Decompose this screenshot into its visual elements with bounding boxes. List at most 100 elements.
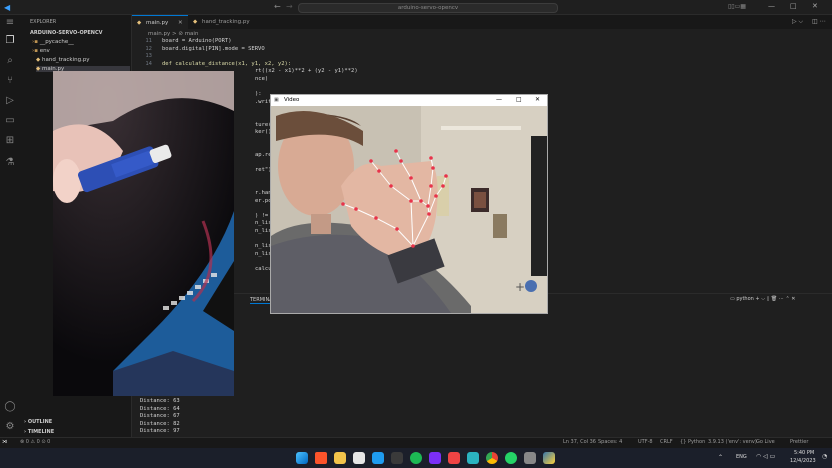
terminal-line: Distance: 97: [140, 428, 180, 434]
line-text: board.digital[PIN].mode = SERVO: [162, 45, 265, 52]
back-arrow-icon[interactable]: ←: [274, 2, 281, 11]
code-line[interactable]: 11 board = Arduino(PORT): [132, 38, 232, 44]
app-icon-red[interactable]: [448, 452, 460, 464]
outline-section[interactable]: › OUTLINE: [24, 419, 52, 425]
language-indicator[interactable]: ENG: [736, 454, 747, 460]
status-item[interactable]: Ln 37, Col 36: [563, 439, 596, 445]
status-item[interactable]: Prettier: [790, 439, 808, 445]
wifi-icon[interactable]: ◠ ◁ ▭: [756, 453, 775, 460]
source-control-icon[interactable]: ⑂: [4, 75, 16, 87]
code-line[interactable]: 12 board.digital[PIN].mode = SERVO: [132, 45, 265, 52]
camera-window-arduino[interactable]: [53, 71, 234, 396]
clock-date[interactable]: 12/4/2023: [790, 458, 816, 464]
status-item[interactable]: 3.9.13 ('env': venv): [708, 439, 757, 445]
testing-icon[interactable]: ⚗: [4, 157, 16, 169]
tab-label: hand_tracking.py: [202, 19, 250, 25]
line-text: def calculate_distance(x1, y1, x2, y2):: [162, 60, 292, 67]
tab-hand-tracking-py[interactable]: ◆ hand_tracking.py: [188, 15, 272, 29]
file-explorer-icon[interactable]: [334, 452, 346, 464]
brave-icon[interactable]: [315, 452, 327, 464]
remote-icon[interactable]: ⋊: [2, 439, 7, 445]
arduino-servo-photo: [53, 71, 234, 396]
remote-explorer-icon[interactable]: ▭: [4, 115, 16, 127]
search-label: arduino-servo-opencv: [397, 5, 459, 11]
code-line[interactable]: 13: [132, 53, 162, 59]
editor-tabs: ◆ main.py ✕ ◆ hand_tracking.py ▷ ⌵ ◫ ⋯: [132, 15, 832, 29]
timeline-section[interactable]: › TIMELINE: [24, 429, 54, 435]
tray-chevron-icon[interactable]: ⌃: [718, 454, 723, 461]
account-icon[interactable]: ◯: [4, 401, 16, 413]
line-number: 11: [145, 38, 152, 44]
python-icon[interactable]: [543, 452, 555, 464]
problems-indicator[interactable]: ⊗ 0 ⚠ 0 ⊙ 0: [20, 439, 50, 445]
app-icon-teal[interactable]: [467, 452, 479, 464]
folder-icon: ›▪: [32, 39, 38, 45]
minimize-button[interactable]: —: [768, 2, 775, 10]
explorer-icon[interactable]: ❐: [4, 35, 16, 47]
hand-landmark: [431, 166, 435, 170]
settings-gear-icon[interactable]: ⚙: [4, 421, 16, 433]
line-text: board = Arduino(PORT): [162, 38, 232, 44]
hand-landmark: [434, 194, 438, 198]
status-item[interactable]: UTF-8: [638, 439, 653, 445]
terminal-line: Distance: 67: [140, 413, 180, 419]
tab-main-py[interactable]: ◆ main.py ✕: [132, 15, 188, 29]
hand-landmark: [426, 204, 430, 208]
maximize-button[interactable]: □: [790, 2, 797, 10]
clock-time[interactable]: 5:40 PM: [794, 450, 814, 456]
spotify-icon[interactable]: [410, 452, 422, 464]
terminal-profile[interactable]: ▭ python + ⌵ ▯ 🗑 ⋯ ⌃ ✕: [730, 296, 795, 302]
hand-landmark: [377, 169, 381, 173]
search-icon[interactable]: ⌕: [4, 55, 16, 67]
vscode-icon[interactable]: [372, 452, 384, 464]
whatsapp-icon[interactable]: [505, 452, 517, 464]
video-maximize-button[interactable]: □: [516, 96, 522, 103]
menu-icon[interactable]: ≡: [4, 17, 16, 29]
terminal-line: Distance: 64: [140, 405, 180, 412]
close-tab-icon[interactable]: ✕: [178, 20, 183, 26]
webcam-feed: +: [271, 106, 547, 313]
tree-item-label: env: [39, 48, 50, 54]
app-icon-gray[interactable]: [524, 452, 536, 464]
chrome-icon[interactable]: [486, 452, 498, 464]
project-folder[interactable]: ARDUINO-SERVO-OPENCV: [30, 30, 103, 36]
app-icon-purple[interactable]: [429, 452, 441, 464]
hand-landmark: [389, 184, 393, 188]
breadcrumb[interactable]: main.py > ⊘ main: [148, 31, 198, 37]
tree-item-label: hand_tracking.py: [41, 57, 90, 63]
status-item[interactable]: Go Live: [756, 439, 775, 445]
layout-icon[interactable]: ▯▯▭▦: [728, 3, 746, 10]
start-icon[interactable]: [296, 452, 308, 464]
close-button[interactable]: ✕: [812, 2, 818, 10]
command-center-search[interactable]: arduino-servo-opencv: [298, 3, 558, 13]
video-close-button[interactable]: ✕: [535, 96, 540, 103]
forward-arrow-icon[interactable]: →: [286, 2, 293, 11]
split-editor-icon[interactable]: ◫ ⋯: [812, 18, 826, 25]
video-minimize-button[interactable]: —: [496, 96, 502, 103]
python-file-icon: ◆: [137, 20, 142, 26]
hand-landmark: [394, 149, 398, 153]
status-item[interactable]: Spaces: 4: [598, 439, 622, 445]
vscode-logo-icon: ◀: [4, 3, 11, 12]
status-item[interactable]: CRLF: [660, 439, 673, 445]
video-titlebar[interactable]: ▣ Video — □ ✕: [271, 95, 547, 106]
python-file-icon: ◆: [36, 57, 41, 63]
run-button[interactable]: ▷ ⌵: [792, 18, 803, 26]
code-line[interactable]: 14 def calculate_distance(x1, y1, x2, y2)…: [132, 61, 291, 67]
tree-item-pycache[interactable]: ›▪ __pycache__: [32, 39, 74, 45]
hand-landmark: [419, 199, 423, 203]
extensions-icon[interactable]: ⊞: [4, 135, 16, 147]
line-text: ):: [255, 91, 262, 98]
video-title: Video: [284, 97, 300, 103]
run-debug-icon[interactable]: ▷: [4, 95, 16, 107]
tree-item-env[interactable]: ›▪ env: [32, 48, 50, 54]
terminal-line: Distance: 63: [140, 398, 180, 404]
tree-item-hand-tracking[interactable]: ◆ hand_tracking.py: [36, 57, 90, 63]
video-window[interactable]: ▣ Video — □ ✕ +: [270, 94, 548, 314]
line-text: nce): [255, 76, 269, 82]
notification-bell-icon[interactable]: ◔: [822, 453, 827, 460]
status-item[interactable]: {} Python: [680, 439, 705, 445]
notes-icon[interactable]: [353, 452, 365, 464]
calculator-icon[interactable]: [391, 452, 403, 464]
hand-landmark: [409, 176, 413, 180]
